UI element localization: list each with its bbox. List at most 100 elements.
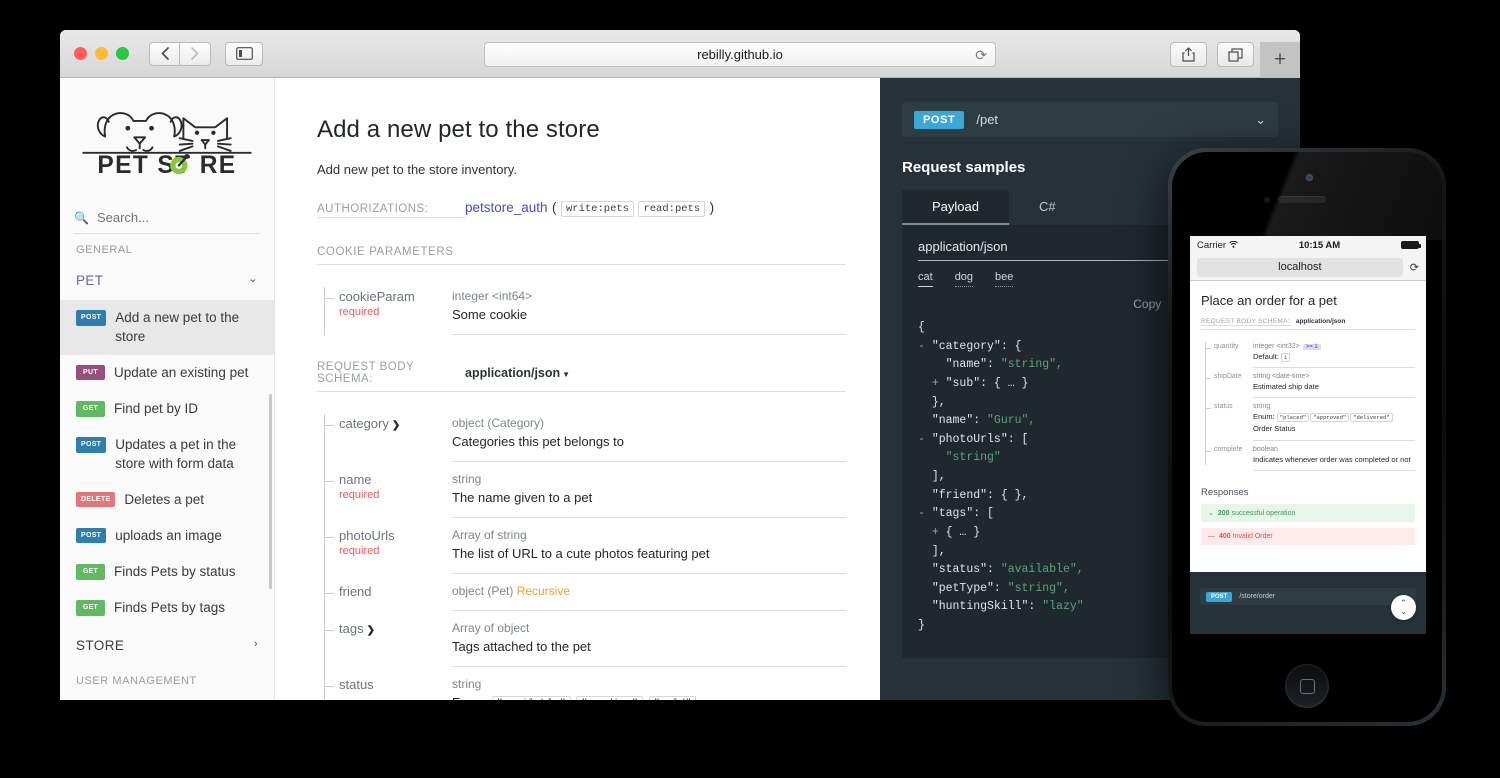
mobile-doc-body: Place an order for a pet REQUEST BODY SC… [1190, 281, 1426, 545]
field-name-col: photoUrls required [317, 528, 452, 574]
response-text: successful operation [1232, 510, 1296, 517]
mobile-page-title: Place an order for a pet [1201, 293, 1415, 308]
field-name-col: cookieParam required [317, 289, 452, 335]
field-row-tags[interactable]: tags❯ Array of object Tags attached to t… [317, 611, 846, 667]
sidebar-item-find-by-status[interactable]: GET Finds Pets by status [60, 554, 274, 590]
new-tab-button[interactable]: + [1260, 42, 1300, 78]
sidebar-search[interactable]: 🔍 [74, 210, 260, 234]
sidebar-item-update-pet-form[interactable]: POST Updates a pet in the store with for… [60, 427, 274, 481]
carrier-info: Carrier [1197, 240, 1238, 251]
chevron-down-icon: ⌄ [1208, 510, 1214, 517]
method-badge-put: PUT [76, 365, 105, 380]
auth-scope-chip: read:pets [638, 201, 705, 217]
field-type: object (Pet) Recursive [452, 584, 846, 598]
minimize-window-button[interactable] [95, 47, 108, 60]
sidebar-item-delete-pet[interactable]: DELETE Deletes a pet [60, 482, 274, 518]
navigation-buttons[interactable] [149, 42, 211, 66]
field-row: cookieParam required integer <int64> Som… [317, 279, 846, 335]
sidebar-item-add-pet[interactable]: POST Add a new pet to the store [60, 300, 274, 354]
field-name: category❯ [339, 416, 452, 431]
home-button[interactable] [1285, 664, 1329, 708]
sidebar-toggle-button[interactable] [225, 42, 263, 66]
field-type: integer <int64> [452, 289, 846, 303]
sidebar-item-find-pet-by-id[interactable]: GET Find pet by ID [60, 391, 274, 427]
sidebar-section-user[interactable]: USER › [60, 693, 274, 700]
copy-button[interactable]: Copy [1133, 297, 1161, 311]
sidebar-scrollbar[interactable] [269, 394, 272, 589]
expand-collapse-button[interactable]: ⌃ ⌄ [1391, 595, 1416, 620]
iphone-body: Carrier 10:15 AM localhost ⟳ Place an or… [1172, 152, 1442, 722]
field-name-col: status [317, 677, 452, 700]
toolbar-right-buttons[interactable] [1170, 42, 1254, 67]
field-row-friend: friend object (Pet) Recursive [317, 574, 846, 611]
maximize-window-button[interactable] [116, 47, 129, 60]
response-text: Invalid Order [1233, 533, 1273, 540]
enum-chip: "placed" [1277, 413, 1309, 422]
proximity-sensor-icon [1264, 197, 1270, 203]
field-enum: Enum: "placed""approved""delivered" [1253, 412, 1415, 422]
sidebar-item-find-by-tags[interactable]: GET Finds Pets by tags [60, 590, 274, 626]
show-tabs-button[interactable] [1217, 42, 1254, 67]
reload-icon[interactable]: ⟳ [975, 47, 987, 64]
field-name: friend [339, 584, 452, 599]
url-text: rebilly.github.io [697, 47, 783, 62]
back-button[interactable] [149, 42, 180, 66]
mobile-response-400[interactable]: —400Invalid Order [1201, 528, 1415, 545]
chevron-down-icon: ⌄ [248, 272, 258, 287]
petstore-logo-icon: PET ST RE [76, 100, 258, 178]
sidebar-section-store[interactable]: STORE › [60, 627, 274, 665]
media-type-select[interactable]: application/json▼ [465, 366, 570, 380]
share-button[interactable] [1170, 42, 1207, 67]
field-name: complete [1201, 446, 1253, 471]
mobile-endpoint-bar[interactable]: POST /store/order [1200, 588, 1416, 605]
auth-scheme-link[interactable]: petstore_auth [465, 200, 548, 215]
field-desc-col: Array of object Tags attached to the pet [452, 621, 846, 667]
mobile-field-status: status string Enum: "placed""approved""d… [1201, 398, 1415, 440]
field-type: string [452, 677, 846, 691]
method-badge-post: POST [76, 528, 106, 543]
field-type: Array of object [452, 621, 846, 635]
paren-close: ) [710, 200, 715, 215]
field-name: status [339, 677, 452, 692]
tab-csharp[interactable]: C# [1009, 190, 1086, 225]
sidebar-item-label: Find pet by ID [114, 400, 198, 418]
field-default: Default: 1 [1253, 352, 1415, 362]
window-controls[interactable] [74, 47, 129, 60]
authorizations-value: petstore_auth ( write:pets read:pets ) [465, 199, 714, 217]
sidebar-item-update-pet[interactable]: PUT Update an existing pet [60, 355, 274, 391]
close-window-button[interactable] [74, 47, 87, 60]
sidebar-item-label: Deletes a pet [124, 491, 204, 509]
chevron-down-icon[interactable]: ⌄ [1255, 112, 1266, 128]
field-description: Indicates whenever order was completed o… [1253, 455, 1415, 465]
reload-icon[interactable]: ⟳ [1410, 261, 1419, 274]
sidebar-section-pet[interactable]: PET ⌄ [60, 262, 274, 300]
field-type: string <date-time> [1253, 373, 1415, 380]
response-code: 200 [1218, 510, 1230, 517]
forward-button[interactable] [180, 42, 211, 66]
mobile-address-bar[interactable]: localhost ⟳ [1190, 254, 1426, 281]
search-input[interactable] [97, 210, 237, 225]
method-badge-get: GET [76, 600, 105, 615]
ios-status-bar: Carrier 10:15 AM [1190, 236, 1426, 254]
method-badge-post: POST [76, 310, 106, 325]
sample-tab-cat[interactable]: cat [918, 271, 933, 287]
field-name-col: tags❯ [317, 621, 452, 667]
field-row-category[interactable]: category❯ object (Category) Categories t… [317, 406, 846, 462]
endpoint-path-bar[interactable]: POST /pet ⌄ [902, 102, 1278, 137]
authorizations-label: AUTHORIZATIONS: [317, 203, 465, 218]
mobile-response-200[interactable]: ⌄ 200successful operation [1201, 504, 1415, 522]
sample-tab-bee[interactable]: bee [995, 271, 1013, 287]
sidebar-item-upload-image[interactable]: POST uploads an image [60, 518, 274, 554]
page-title: Add a new pet to the store [317, 116, 846, 144]
sample-tab-dog[interactable]: dog [955, 271, 973, 287]
sidebar-item-label: uploads an image [115, 527, 222, 545]
mobile-media-type[interactable]: application/json [1296, 318, 1345, 325]
field-desc-col: integer <int64> Some cookie [452, 289, 846, 335]
enum-chip: "approved" [1310, 413, 1349, 422]
field-name-col: category❯ [317, 416, 452, 462]
address-bar[interactable]: rebilly.github.io ⟳ [484, 42, 996, 67]
mobile-url-text[interactable]: localhost [1197, 258, 1403, 277]
mobile-field-quantity: quantity integer <int32>>= 1 Default: 1 [1201, 338, 1415, 368]
tab-payload[interactable]: Payload [902, 190, 1009, 225]
field-name: shipDate [1201, 373, 1253, 398]
